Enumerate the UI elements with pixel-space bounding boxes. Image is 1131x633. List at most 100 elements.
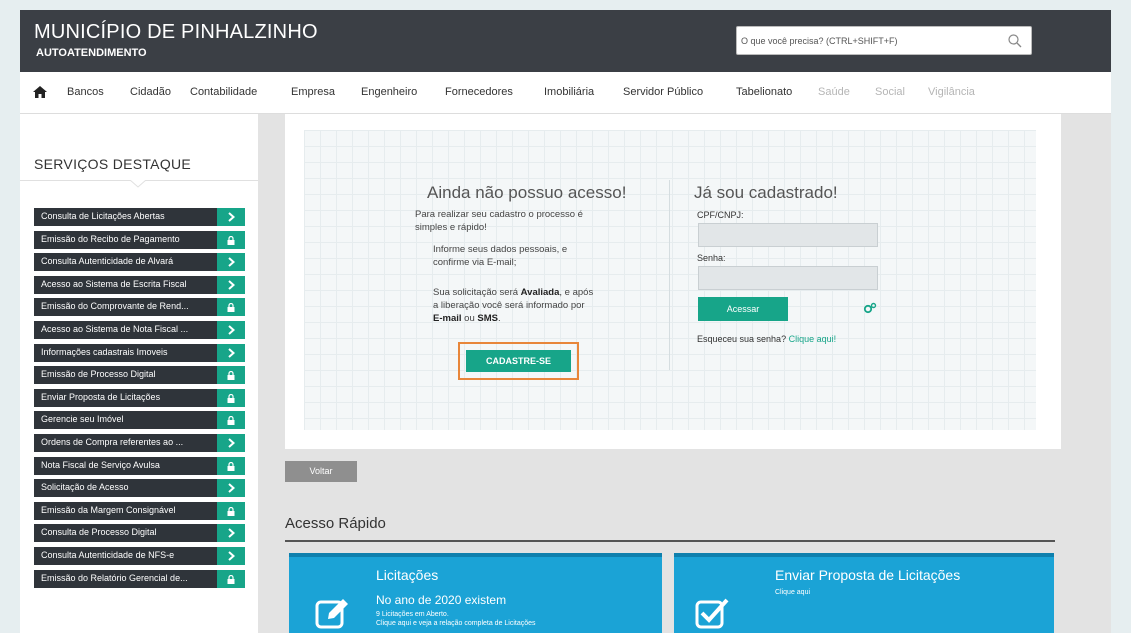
service-item-label: Enviar Proposta de Licitações (41, 392, 161, 402)
service-item[interactable]: Emissão do Recibo de Pagamento (34, 231, 245, 249)
service-item[interactable]: Emissão da Margem Consignável (34, 502, 245, 520)
back-button[interactable]: Voltar (285, 461, 357, 482)
site-header: MUNICÍPIO DE PINHALZINHO AUTOATENDIMENTO (20, 10, 1111, 72)
service-item-label: Informações cadastrais Imoveis (41, 347, 168, 357)
divider (20, 180, 131, 181)
divider (669, 180, 670, 370)
service-item[interactable]: Enviar Proposta de Licitações (34, 389, 245, 407)
nav-item-tabelionato[interactable]: Tabelionato (736, 86, 792, 98)
nav-item-vigilancia[interactable]: Vigilância (928, 86, 975, 98)
register-intro: Para realizar seu cadastro o processo é … (415, 209, 583, 233)
service-item-label: Acesso ao Sistema de Nota Fiscal ... (41, 324, 189, 334)
login-button[interactable]: Acessar (698, 297, 788, 321)
chevron-right-icon[interactable] (217, 547, 245, 565)
nav-item-contabilidade[interactable]: Contabilidade (190, 86, 257, 98)
site-subtitle: AUTOATENDIMENTO (36, 47, 147, 59)
cpf-field[interactable] (698, 223, 878, 247)
lock-icon[interactable] (217, 411, 245, 429)
forgot-password-link[interactable]: Clique aqui! (789, 334, 837, 344)
register-heading: Ainda não possuo acesso! (427, 183, 627, 202)
card-subtitle: No ano de 2020 existem (376, 593, 507, 607)
chevron-right-icon[interactable] (217, 479, 245, 497)
access-box (304, 130, 1036, 430)
chevron-right-icon[interactable] (217, 344, 245, 362)
divider (285, 540, 1055, 542)
chevron-right-icon[interactable] (217, 253, 245, 271)
service-item[interactable]: Acesso ao Sistema de Escrita Fiscal (34, 276, 245, 294)
lock-icon[interactable] (217, 231, 245, 249)
card-title: Licitações (376, 567, 439, 583)
service-item[interactable]: Gerencie seu Imóvel (34, 411, 245, 429)
checkbox-icon (695, 598, 729, 629)
lock-icon[interactable] (217, 570, 245, 588)
chevron-right-icon[interactable] (217, 434, 245, 452)
lock-icon[interactable] (217, 502, 245, 520)
register-step-1: Informe seus dados pessoais, e confirme … (433, 244, 568, 268)
home-icon[interactable] (32, 85, 48, 99)
password-field[interactable] (698, 266, 878, 290)
service-item[interactable]: Consulta de Licitações Abertas (34, 208, 245, 226)
service-item[interactable]: Emissão do Comprovante de Rend... (34, 298, 245, 316)
service-item-label: Solicitação de Acesso (41, 482, 129, 492)
register-button[interactable]: CADASTRE-SE (466, 350, 571, 372)
divider (145, 180, 258, 181)
service-item[interactable]: Informações cadastrais Imoveis (34, 344, 245, 362)
sidebar-title: SERVIÇOS DESTAQUE (34, 156, 192, 172)
service-item[interactable]: Ordens de Compra referentes ao ... (34, 434, 245, 452)
service-item-label: Emissão do Recibo de Pagamento (41, 234, 180, 244)
service-item-label: Emissão do Comprovante de Rend... (41, 301, 189, 311)
register-step-2: Sua solicitação será Avaliada, e após a … (433, 287, 594, 324)
main-nav: Bancos Cidadão Contabilidade Empresa Eng… (20, 72, 1111, 114)
service-item-label: Gerencie seu Imóvel (41, 414, 124, 424)
nav-item-engenheiro[interactable]: Engenheiro (361, 86, 417, 98)
card-detail: Clique aqui (775, 589, 811, 596)
site-title[interactable]: MUNICÍPIO DE PINHALZINHO (34, 21, 318, 44)
chevron-right-icon[interactable] (217, 524, 245, 542)
service-item-label: Consulta Autenticidade de NFS-e (41, 550, 175, 560)
service-item[interactable]: Acesso ao Sistema de Nota Fiscal ... (34, 321, 245, 339)
service-item[interactable]: Consulta de Processo Digital (34, 524, 245, 542)
login-heading: Já sou cadastrado! (694, 183, 838, 202)
forgot-password: Esqueceu sua senha? Clique aqui! (697, 334, 837, 344)
chevron-right-icon[interactable] (217, 321, 245, 339)
cpf-label: CPF/CNPJ: (697, 210, 744, 220)
register-button-highlight: CADASTRE-SE (458, 342, 579, 380)
search-icon[interactable] (1007, 33, 1023, 49)
caret-down-icon (130, 180, 146, 188)
service-item[interactable]: Consulta Autenticidade de Alvará (34, 253, 245, 271)
card-detail: Clique aqui e veja a relação completa de… (376, 620, 536, 627)
service-item[interactable]: Emissão do Relatório Gerencial de... (34, 570, 245, 588)
nav-item-social[interactable]: Social (875, 86, 905, 98)
service-item[interactable]: Emissão de Processo Digital (34, 366, 245, 384)
service-item-label: Acesso ao Sistema de Escrita Fiscal (41, 279, 187, 289)
service-item[interactable]: Nota Fiscal de Serviço Avulsa (34, 457, 245, 475)
nav-item-bancos[interactable]: Bancos (67, 86, 104, 98)
nav-item-servidor-publico[interactable]: Servidor Público (623, 86, 703, 98)
service-item-label: Emissão de Processo Digital (41, 369, 156, 379)
service-item[interactable]: Solicitação de Acesso (34, 479, 245, 497)
search-box[interactable] (736, 26, 1032, 55)
nav-item-imobiliaria[interactable]: Imobiliária (544, 86, 594, 98)
quick-card-enviar-proposta[interactable]: Enviar Proposta de Licitações Clique aqu… (674, 553, 1054, 633)
nav-item-empresa[interactable]: Empresa (291, 86, 335, 98)
lock-icon[interactable] (217, 366, 245, 384)
service-item-label: Ordens de Compra referentes ao ... (41, 437, 184, 447)
chevron-right-icon[interactable] (217, 276, 245, 294)
quick-card-licitacoes[interactable]: Licitações No ano de 2020 existem 9 Lici… (289, 553, 662, 633)
lock-icon[interactable] (217, 389, 245, 407)
quick-access-title: Acesso Rápido (285, 515, 386, 532)
service-item[interactable]: Consulta Autenticidade de NFS-e (34, 547, 245, 565)
nav-item-fornecedores[interactable]: Fornecedores (445, 86, 513, 98)
lock-icon[interactable] (217, 298, 245, 316)
service-item-label: Consulta Autenticidade de Alvará (41, 256, 174, 266)
search-input[interactable] (741, 32, 1001, 50)
browser-viewport: MUNICÍPIO DE PINHALZINHO AUTOATENDIMENTO… (20, 10, 1111, 633)
nav-item-cidadao[interactable]: Cidadão (130, 86, 171, 98)
lock-icon[interactable] (217, 457, 245, 475)
chevron-right-icon[interactable] (217, 208, 245, 226)
nav-item-saude[interactable]: Saúde (818, 86, 850, 98)
edit-icon (315, 599, 348, 629)
service-item-label: Emissão da Margem Consignável (41, 505, 176, 515)
services-sidebar: SERVIÇOS DESTAQUE Consulta de Licitações… (20, 114, 258, 633)
gear-icon[interactable] (863, 302, 877, 314)
